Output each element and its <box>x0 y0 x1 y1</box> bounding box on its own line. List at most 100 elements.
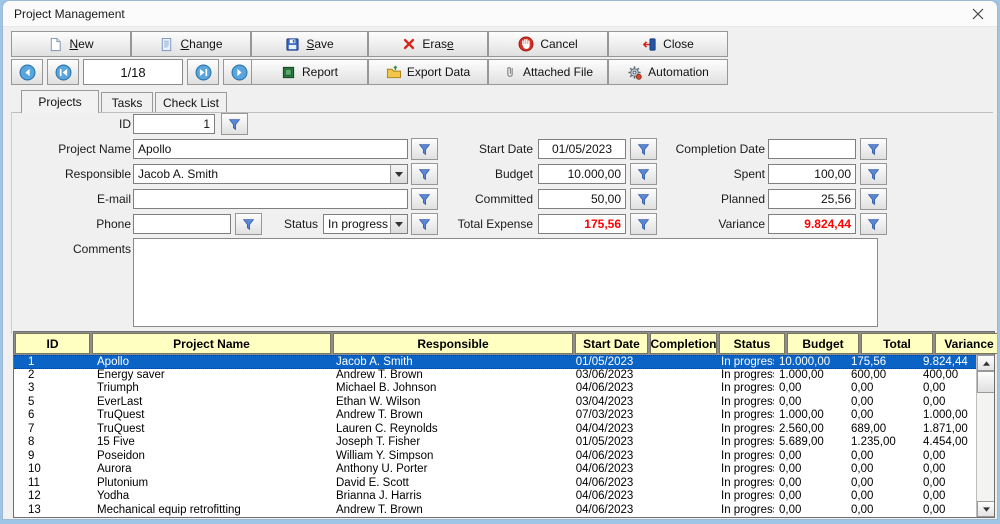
responsible-select[interactable]: Jacob A. Smith <box>133 164 408 184</box>
variance-filter-button[interactable] <box>860 213 887 235</box>
cell-id: 3 <box>28 382 35 394</box>
spent-filter-button[interactable] <box>860 163 887 185</box>
report-button[interactable]: Report <box>251 59 368 85</box>
titlebar: Project Management <box>3 1 997 27</box>
first-record-button[interactable] <box>47 59 79 85</box>
total-expense-input[interactable] <box>538 214 626 234</box>
erase-button[interactable]: Erase <box>368 31 488 57</box>
status-select[interactable]: In progress <box>323 214 408 234</box>
project-name-input[interactable] <box>133 139 408 159</box>
column-header-start-date[interactable]: Start Date <box>575 333 648 354</box>
cell-id: 8 <box>28 436 35 448</box>
tab-projects[interactable]: Projects <box>21 90 99 113</box>
cell-completion <box>641 396 708 410</box>
automation-button[interactable]: Automation <box>608 59 728 85</box>
responsible-label: Responsible <box>64 167 131 181</box>
cell-start-date: 01/05/2023 <box>575 436 634 448</box>
vertical-scrollbar[interactable] <box>976 355 994 517</box>
edit-document-icon <box>162 37 172 51</box>
arrow-down-icon <box>982 506 990 512</box>
spent-input[interactable] <box>768 164 856 184</box>
tab-tasks[interactable]: Tasks <box>101 92 153 113</box>
tab-check-list[interactable]: Check List <box>155 92 227 113</box>
cell-total: 1.235,00 <box>851 436 896 448</box>
cell-start-date: 03/04/2023 <box>575 395 634 408</box>
comments-textarea[interactable] <box>133 238 878 327</box>
cell-status: In progress <box>721 422 774 435</box>
record-counter[interactable]: 1/18 <box>83 59 183 85</box>
planned-filter-button[interactable] <box>860 188 887 210</box>
table-row[interactable]: 12 Yodha Brianna J. Harris 04/06/2023 In… <box>14 490 994 504</box>
table-row[interactable]: 8 15 Five Joseph T. Fisher 01/05/2023 In… <box>14 436 994 450</box>
change-button[interactable]: Change <box>131 31 251 57</box>
cell-project-name: Poseidon <box>97 449 145 462</box>
table-row[interactable]: 10 Aurora Anthony U. Porter 04/06/2023 I… <box>14 463 994 477</box>
committed-input[interactable] <box>538 189 626 209</box>
column-header-total[interactable]: Total <box>861 333 933 354</box>
app-window: Project Management New Change Save Erase… <box>2 0 998 520</box>
scrollbar-thumb[interactable] <box>977 371 994 393</box>
save-button[interactable]: Save <box>251 31 368 57</box>
prev-record-button[interactable] <box>11 59 43 85</box>
id-filter-button[interactable] <box>221 113 248 135</box>
cell-status: In progress <box>721 382 774 394</box>
cell-status: In progress <box>721 368 774 381</box>
column-header-budget[interactable]: Budget <box>787 333 859 354</box>
table-row[interactable]: 9 Poseidon William Y. Simpson 04/06/2023… <box>14 450 994 464</box>
budget-input[interactable] <box>538 164 626 184</box>
cell-completion <box>641 477 708 491</box>
column-header-project-name[interactable]: Project Name <box>92 333 331 354</box>
cell-budget: 0,00 <box>779 490 802 502</box>
cell-id: 11 <box>28 476 40 489</box>
column-header-responsible[interactable]: Responsible <box>333 333 573 354</box>
table-row[interactable]: 5 EverLast Ethan W. Wilson 03/04/2023 In… <box>14 396 994 410</box>
completion-date-filter-button[interactable] <box>860 138 887 160</box>
column-header-status[interactable]: Status <box>719 333 785 354</box>
column-header-variance[interactable]: Variance <box>935 333 997 354</box>
table-row[interactable]: 11 Plutonium David E. Scott 04/06/2023 I… <box>14 477 994 491</box>
cell-id: 2 <box>28 368 35 381</box>
table-row[interactable]: 13 Mechanical equip retrofitting Andrew … <box>14 504 994 518</box>
column-header-id[interactable]: ID <box>15 333 90 354</box>
cell-completion <box>641 356 708 368</box>
last-record-button[interactable] <box>187 59 219 85</box>
new-button[interactable]: New <box>11 31 131 57</box>
cancel-hand-icon <box>518 36 534 52</box>
close-window-button[interactable]: Close <box>608 31 728 57</box>
cell-completion <box>641 409 708 423</box>
cell-status: In progress <box>721 463 774 475</box>
scroll-down-button[interactable] <box>977 501 994 517</box>
chevron-down-icon[interactable] <box>390 165 407 183</box>
start-date-input[interactable] <box>538 139 626 159</box>
comments-label: Comments <box>72 242 131 256</box>
window-close-button[interactable] <box>971 7 985 21</box>
chevron-down-icon[interactable] <box>390 215 407 233</box>
table-row[interactable]: 2 Energy saver Andrew T. Brown 03/06/202… <box>14 369 994 383</box>
cell-responsible: Lauren C. Reynolds <box>336 422 438 435</box>
attached-file-button[interactable]: Attached File <box>488 59 608 85</box>
projects-table: ID Project Name Responsible Start Date C… <box>13 331 997 518</box>
new-button-label: New <box>69 37 94 51</box>
column-header-completion[interactable]: Completion <box>650 333 717 354</box>
email-label: E-mail <box>96 192 131 206</box>
cell-responsible: Ethan W. Wilson <box>336 395 421 408</box>
table-row[interactable]: 3 Triumph Michael B. Johnson 04/06/2023 … <box>14 382 994 396</box>
cell-total: 0,00 <box>851 449 874 462</box>
table-row[interactable]: 7 TruQuest Lauren C. Reynolds 04/04/2023… <box>14 423 994 437</box>
id-input[interactable] <box>133 114 215 134</box>
variance-input[interactable] <box>768 214 856 234</box>
phone-input[interactable] <box>133 214 231 234</box>
prev-arrow-icon <box>19 64 35 80</box>
new-document-icon <box>51 37 62 51</box>
completion-date-input[interactable] <box>768 139 856 159</box>
export-data-button[interactable]: Export Data <box>368 59 488 85</box>
scroll-up-button[interactable] <box>977 355 994 371</box>
filter-funnel-icon <box>867 218 880 230</box>
email-input[interactable] <box>133 189 408 209</box>
planned-input[interactable] <box>768 189 856 209</box>
cancel-button[interactable]: Cancel <box>488 31 608 57</box>
committed-label: Committed <box>474 192 533 206</box>
table-row[interactable]: 1 Apollo Jacob A. Smith 01/05/2023 In pr… <box>14 355 994 369</box>
table-row[interactable]: 6 TruQuest Andrew T. Brown 07/03/2023 In… <box>14 409 994 423</box>
filter-funnel-icon <box>637 168 650 180</box>
